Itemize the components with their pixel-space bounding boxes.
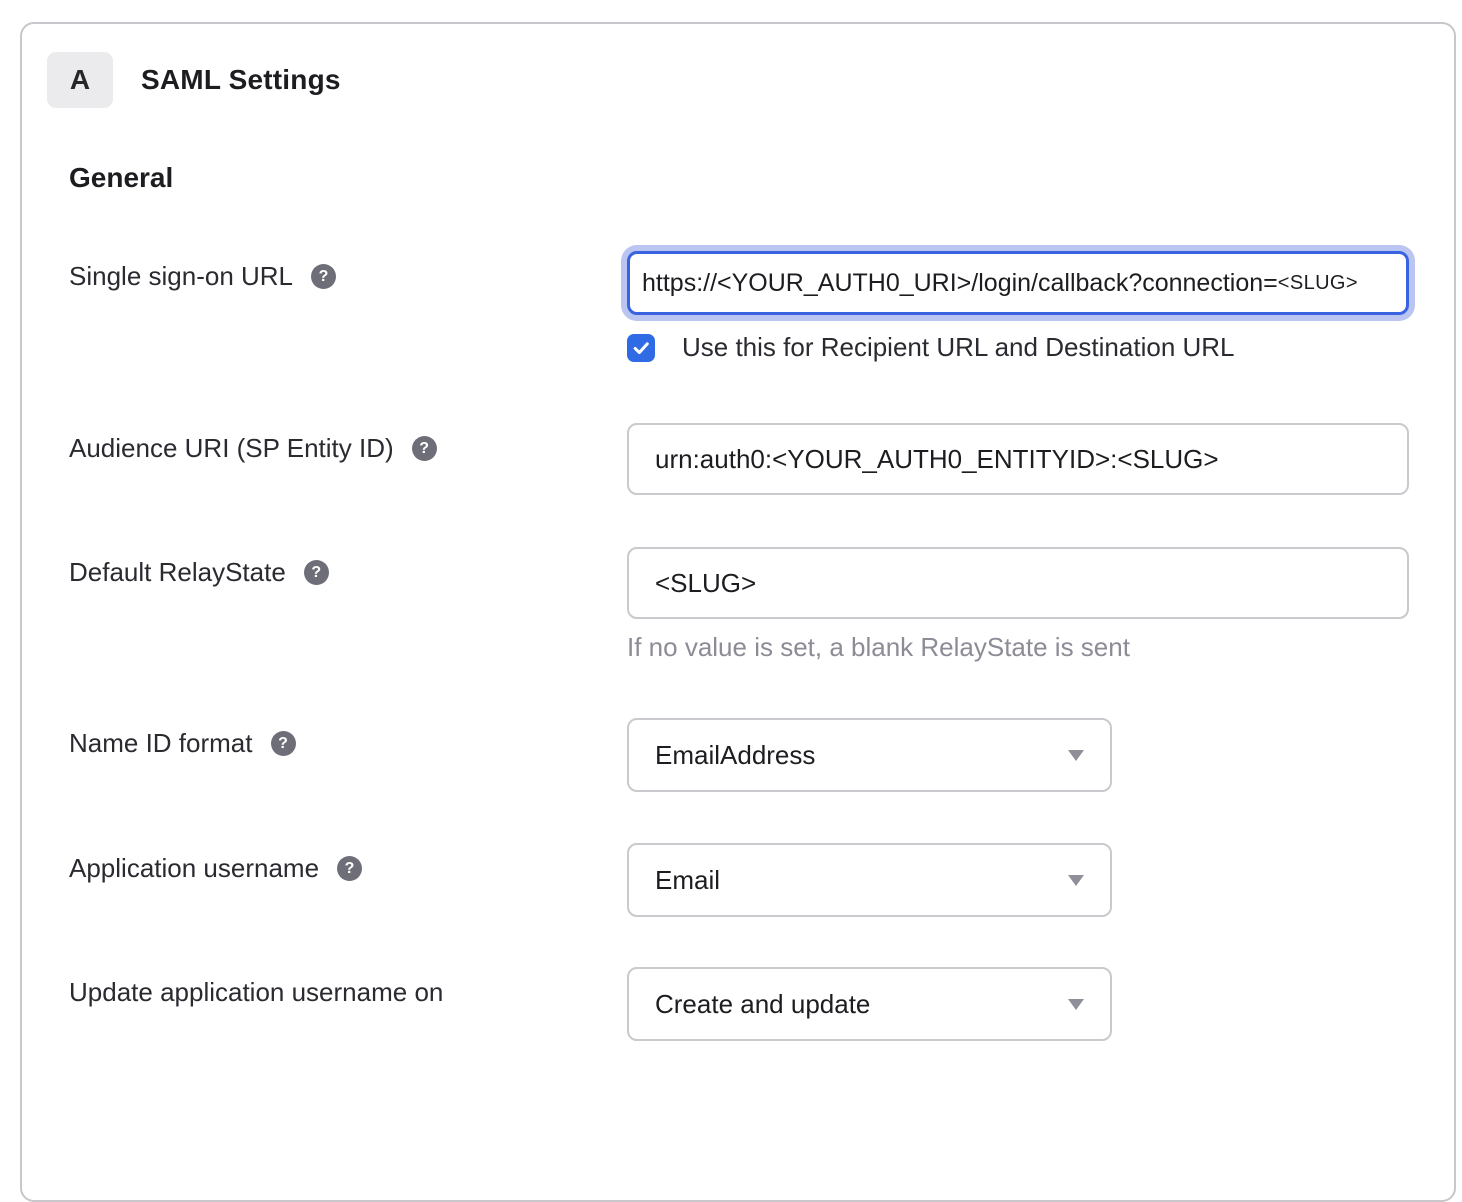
control-wrap: https://<YOUR_AUTH0_URI>/login/callback?…: [627, 251, 1454, 363]
update-application-username-on-value: Create and update: [655, 989, 870, 1020]
single-sign-on-url-input[interactable]: https://<YOUR_AUTH0_URI>/login/callback?…: [627, 251, 1409, 315]
name-id-format-select[interactable]: EmailAddress: [627, 718, 1112, 792]
label-wrap: Name ID format ?: [69, 718, 627, 759]
checkmark-icon: [631, 338, 651, 358]
application-username-select[interactable]: Email: [627, 843, 1112, 917]
chevron-down-icon: [1068, 875, 1084, 886]
row-name-id-format: Name ID format ? EmailAddress: [69, 718, 1454, 792]
chevron-down-icon: [1068, 999, 1084, 1010]
update-application-username-on-label: Update application username on: [69, 977, 443, 1008]
default-relay-state-input[interactable]: [627, 547, 1409, 619]
recipient-url-checkbox-label: Use this for Recipient URL and Destinati…: [682, 332, 1235, 363]
control-wrap: [627, 423, 1454, 495]
chevron-down-icon: [1068, 750, 1084, 761]
help-icon[interactable]: ?: [412, 436, 437, 461]
recipient-url-checkbox-row: Use this for Recipient URL and Destinati…: [627, 332, 1454, 363]
row-update-application-username-on: Update application username on Create an…: [69, 967, 1454, 1041]
application-username-value: Email: [655, 865, 720, 896]
name-id-format-value: EmailAddress: [655, 740, 815, 771]
help-icon[interactable]: ?: [311, 264, 336, 289]
label-wrap: Application username ?: [69, 843, 627, 884]
row-single-sign-on-url: Single sign-on URL ? https://<YOUR_AUTH0…: [69, 251, 1454, 363]
update-application-username-on-select[interactable]: Create and update: [627, 967, 1112, 1041]
help-icon[interactable]: ?: [304, 560, 329, 585]
control-wrap: Create and update: [627, 967, 1454, 1041]
name-id-format-label: Name ID format: [69, 728, 253, 759]
section-header: A SAML Settings: [47, 52, 1454, 108]
single-sign-on-url-label: Single sign-on URL: [69, 261, 293, 292]
label-wrap: Update application username on: [69, 967, 627, 1008]
audience-uri-label: Audience URI (SP Entity ID): [69, 433, 394, 464]
application-username-label: Application username: [69, 853, 319, 884]
saml-settings-form: Single sign-on URL ? https://<YOUR_AUTH0…: [69, 251, 1454, 1041]
general-heading: General: [69, 162, 1454, 194]
control-wrap: If no value is set, a blank RelayState i…: [627, 547, 1454, 663]
single-sign-on-url-value: https://<YOUR_AUTH0_URI>/login/callback?…: [642, 269, 1278, 298]
step-badge: A: [47, 52, 113, 108]
control-wrap: EmailAddress: [627, 718, 1454, 792]
help-icon[interactable]: ?: [271, 731, 296, 756]
section-title: SAML Settings: [141, 64, 341, 96]
audience-uri-input[interactable]: [627, 423, 1409, 495]
help-icon[interactable]: ?: [337, 856, 362, 881]
default-relay-state-helper-text: If no value is set, a blank RelayState i…: [627, 632, 1454, 663]
saml-settings-card: A SAML Settings General Single sign-on U…: [20, 22, 1456, 1202]
recipient-url-checkbox[interactable]: [627, 334, 655, 362]
label-wrap: Default RelayState ?: [69, 547, 627, 588]
row-default-relay-state: Default RelayState ? If no value is set,…: [69, 547, 1454, 663]
label-wrap: Audience URI (SP Entity ID) ?: [69, 423, 627, 464]
single-sign-on-url-value-suffix: <SLUG>: [1278, 272, 1358, 295]
default-relay-state-label: Default RelayState: [69, 557, 286, 588]
row-audience-uri: Audience URI (SP Entity ID) ?: [69, 423, 1454, 495]
row-application-username: Application username ? Email: [69, 843, 1454, 917]
control-wrap: Email: [627, 843, 1454, 917]
label-wrap: Single sign-on URL ?: [69, 251, 627, 292]
